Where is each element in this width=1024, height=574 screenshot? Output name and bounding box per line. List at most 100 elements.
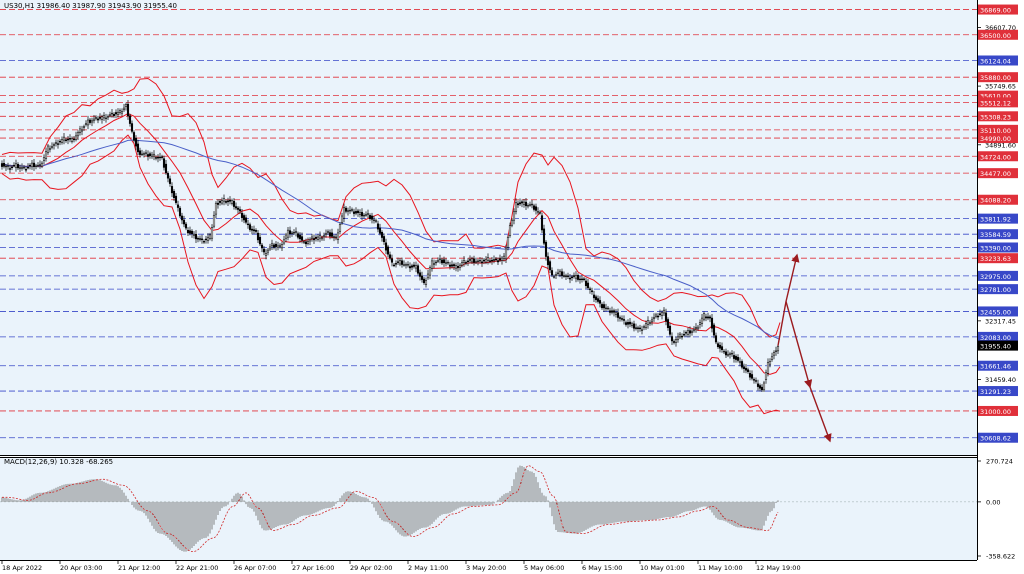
candle-body [550, 270, 554, 276]
candle-body [430, 260, 434, 269]
candle-body [766, 362, 770, 374]
candle-body [478, 259, 482, 262]
level-label: 32975.00 [980, 273, 1011, 281]
candle-body [340, 215, 344, 224]
candle-body [546, 256, 550, 266]
level-label: 31955.40 [980, 343, 1011, 351]
candle-body [412, 264, 416, 267]
candle-body [260, 244, 264, 249]
candle-body [316, 236, 320, 240]
candle-body [756, 383, 760, 387]
candle-body [22, 166, 26, 169]
candle-body [52, 144, 56, 146]
candle-body [742, 366, 746, 370]
candle-body [480, 261, 484, 264]
candle-body [502, 255, 506, 259]
candle-body [76, 132, 80, 137]
candle-body [166, 173, 170, 179]
candle-body [4, 165, 8, 168]
candle-body [344, 207, 348, 212]
candle-body [544, 241, 548, 257]
candle-body [736, 357, 740, 361]
candle-body [190, 230, 194, 235]
candle-body [338, 224, 342, 232]
candle-body [240, 212, 244, 218]
candle-body [282, 239, 286, 244]
level-label: 35512.12 [980, 99, 1011, 107]
candle-body [608, 310, 612, 313]
candle-body [682, 334, 686, 336]
candle-body [594, 296, 598, 300]
candle-body [424, 280, 428, 285]
candle-body [274, 243, 278, 247]
candle-body [56, 143, 60, 145]
candle-body [108, 114, 112, 116]
candle-body [552, 276, 556, 278]
candle-body [136, 143, 140, 153]
candle-body [364, 214, 368, 216]
candle-body [196, 238, 200, 240]
candle-body [676, 336, 680, 340]
candle-body [246, 223, 250, 226]
macd-header: MACD(12,26,9) 10.328 -68.265 [4, 458, 114, 466]
candle-body [492, 259, 496, 261]
candle-body [304, 241, 308, 245]
level-label: 34724.00 [980, 153, 1011, 161]
candle-body [650, 319, 654, 322]
candle-body [34, 165, 38, 168]
candle-body [26, 167, 30, 169]
candle-body [528, 204, 532, 206]
candle-body [280, 244, 284, 249]
candle-body [162, 158, 166, 168]
candle-body [20, 167, 24, 169]
candle-body [192, 233, 196, 236]
candle-body [268, 246, 272, 250]
candle-body [98, 117, 102, 119]
candle-body [634, 327, 638, 329]
candle-body [134, 137, 138, 147]
candle-body [662, 309, 666, 314]
candle-body [388, 254, 392, 259]
candle-body [604, 307, 608, 310]
candle-body [320, 237, 324, 240]
candle-body [86, 119, 90, 126]
candle-body [460, 262, 464, 266]
main-panel-background [0, 0, 977, 455]
candle-body [638, 327, 642, 330]
candle-body [500, 257, 504, 261]
candle-body [372, 219, 376, 221]
candle-body [746, 369, 750, 372]
candle-body [150, 154, 154, 158]
candle-body [452, 264, 456, 267]
candle-body [422, 278, 426, 284]
candle-body [654, 314, 658, 317]
time-tick-label: 2 May 11:00 [408, 564, 448, 572]
candle-body [200, 238, 204, 240]
candle-body [390, 258, 394, 263]
candle-body [202, 241, 206, 243]
candle-body [110, 112, 114, 115]
candle-body [470, 258, 474, 263]
candle-body [222, 198, 226, 202]
level-label: 32781.00 [980, 286, 1011, 294]
candle-body [300, 236, 304, 241]
candle-body [772, 352, 776, 356]
candle-body [490, 259, 494, 262]
candle-body [306, 241, 310, 244]
level-label: 31661.46 [980, 363, 1011, 371]
candle-body [462, 259, 466, 263]
candle-body [710, 317, 714, 329]
candle-body [714, 335, 718, 343]
candle-body [60, 139, 64, 143]
candle-body [410, 265, 414, 268]
candle-body [154, 157, 158, 159]
candle-body [614, 311, 618, 315]
macd-tick-label: 0.00 [986, 498, 1000, 506]
candle-body [286, 229, 290, 238]
candle-body [142, 153, 146, 155]
candle-body [90, 120, 94, 123]
candle-body [208, 234, 212, 239]
candle-body [428, 267, 432, 276]
candle-body [680, 336, 684, 338]
candle-body [100, 116, 104, 120]
